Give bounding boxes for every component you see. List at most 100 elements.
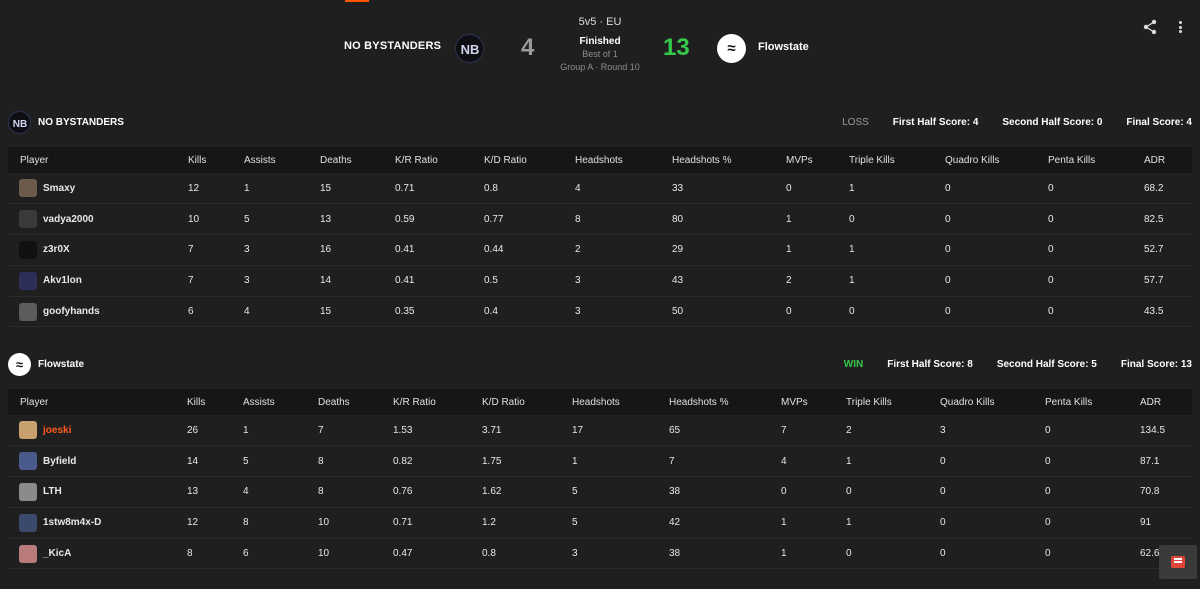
column-header[interactable]: Kills xyxy=(176,147,232,173)
left-team-name[interactable]: NO BYSTANDERS xyxy=(344,40,441,52)
chat-button[interactable] xyxy=(1159,545,1197,579)
stat-cell: 1 xyxy=(774,203,837,236)
stat-cell: 8 xyxy=(563,203,660,236)
avatar[interactable] xyxy=(19,421,37,440)
stat-cell: 1 xyxy=(834,445,928,478)
stat-cell: 0 xyxy=(837,296,933,328)
column-header[interactable]: Penta Kills xyxy=(1033,389,1128,415)
player-cell: joeski xyxy=(8,415,175,447)
team-name[interactable]: Flowstate xyxy=(38,359,84,370)
player-link[interactable]: 1stw8m4x-D xyxy=(19,513,175,532)
right-team-name[interactable]: Flowstate xyxy=(758,41,809,53)
avatar[interactable] xyxy=(19,482,37,501)
stat-cell: 65 xyxy=(657,415,769,447)
player-link[interactable]: joeski xyxy=(19,421,175,440)
player-link[interactable]: Byfield xyxy=(19,452,175,471)
column-header[interactable]: Quadro Kills xyxy=(933,147,1036,173)
stat-cell: 57.7 xyxy=(1132,265,1192,297)
stat-cell: 43.5 xyxy=(1132,296,1192,328)
column-header[interactable]: K/R Ratio xyxy=(383,147,472,173)
table-row: goofyhands 6 4 15 0.35 0.4 3 50 0 0 0 0 43.5 xyxy=(8,296,1192,328)
stat-cell: 12 xyxy=(175,507,231,539)
stat-cell: 0 xyxy=(1036,234,1132,266)
player-name[interactable]: Akv1lon xyxy=(43,275,82,286)
player-link[interactable]: vadya2000 xyxy=(19,210,176,229)
table-row: vadya2000 10 5 13 0.59 0.77 8 80 1 0 0 0 82.5 xyxy=(8,203,1192,236)
column-header[interactable]: Kills xyxy=(175,389,231,415)
stat-cell: 0 xyxy=(837,203,933,236)
player-name[interactable]: Byfield xyxy=(43,456,76,467)
player-name[interactable]: z3r0X xyxy=(43,244,70,255)
column-header[interactable]: Deaths xyxy=(308,147,383,173)
column-header[interactable]: Player xyxy=(8,389,175,415)
player-name[interactable]: Smaxy xyxy=(43,183,75,194)
player-link[interactable]: _KicA xyxy=(19,544,175,563)
column-header[interactable]: Triple Kills xyxy=(837,147,933,173)
column-header[interactable]: Deaths xyxy=(306,389,381,415)
stat-cell: 4 xyxy=(232,296,308,328)
stat-cell: 0.4 xyxy=(472,296,563,328)
team-logo-icon[interactable]: ≈ xyxy=(8,353,31,376)
player-link[interactable]: LTH xyxy=(19,482,175,501)
column-header[interactable]: Assists xyxy=(231,389,306,415)
column-header[interactable]: Quadro Kills xyxy=(928,389,1033,415)
column-header[interactable]: Player xyxy=(8,147,176,173)
stat-cell: 0 xyxy=(834,538,928,570)
player-name[interactable]: vadya2000 xyxy=(43,214,94,225)
column-header[interactable]: Assists xyxy=(232,147,308,173)
column-header[interactable]: Headshots xyxy=(560,389,657,415)
left-team-score: 4 xyxy=(521,34,535,61)
table-row: Akv1lon 7 3 14 0.41 0.5 3 43 2 1 0 0 57.7 xyxy=(8,265,1192,297)
avatar[interactable] xyxy=(19,210,37,229)
avatar[interactable] xyxy=(19,544,37,563)
avatar[interactable] xyxy=(19,271,37,290)
player-link[interactable]: Akv1lon xyxy=(19,271,176,290)
share-icon[interactable] xyxy=(1142,19,1158,35)
stat-cell: 3 xyxy=(560,538,657,570)
column-header[interactable]: ADR xyxy=(1128,389,1192,415)
player-link[interactable]: Smaxy xyxy=(19,179,176,198)
stat-cell: 1 xyxy=(232,173,308,205)
player-name[interactable]: LTH xyxy=(43,486,62,497)
player-name[interactable]: _KicA xyxy=(43,548,71,559)
stat-cell: 0.41 xyxy=(383,265,472,297)
column-header[interactable]: Triple Kills xyxy=(834,389,928,415)
avatar[interactable] xyxy=(19,179,37,198)
more-vertical-icon[interactable] xyxy=(1172,19,1188,35)
stat-cell: 38 xyxy=(657,476,769,508)
team-logo-icon[interactable]: NB xyxy=(8,111,31,134)
column-header[interactable]: Headshots % xyxy=(657,389,769,415)
column-header[interactable]: ADR xyxy=(1132,147,1192,173)
avatar[interactable] xyxy=(19,240,37,259)
column-header[interactable]: Headshots % xyxy=(660,147,774,173)
column-header[interactable]: MVPs xyxy=(769,389,834,415)
player-name[interactable]: goofyhands xyxy=(43,306,100,317)
avatar[interactable] xyxy=(19,513,37,532)
stat-cell: 1.2 xyxy=(470,507,560,539)
column-header[interactable]: K/D Ratio xyxy=(470,389,560,415)
column-header[interactable]: MVPs xyxy=(774,147,837,173)
stat-cell: 0 xyxy=(774,173,837,205)
player-link[interactable]: goofyhands xyxy=(19,302,176,321)
avatar[interactable] xyxy=(19,452,37,471)
table-row: Byfield 14 5 8 0.82 1.75 1 7 4 1 0 0 87.1 xyxy=(8,445,1192,478)
best-of: Best of 1 xyxy=(582,49,618,59)
player-link[interactable]: z3r0X xyxy=(19,240,176,259)
match-info: 5v5 · EU Finished Best of 1 Group A · Ro… xyxy=(545,16,655,72)
left-team-logo[interactable]: NB xyxy=(455,34,484,63)
player-name[interactable]: joeski xyxy=(43,425,71,436)
stat-cell: 3 xyxy=(232,265,308,297)
final-score: Final Score: 4 xyxy=(1126,117,1192,128)
team-name[interactable]: NO BYSTANDERS xyxy=(38,117,124,128)
column-header[interactable]: Penta Kills xyxy=(1036,147,1132,173)
stat-cell: 10 xyxy=(306,538,381,570)
avatar[interactable] xyxy=(19,302,37,321)
player-name[interactable]: 1stw8m4x-D xyxy=(43,517,101,528)
player-cell: LTH xyxy=(8,476,175,508)
column-header[interactable]: K/D Ratio xyxy=(472,147,563,173)
right-team-logo[interactable]: ≈ xyxy=(717,34,746,63)
stat-cell: 15 xyxy=(308,173,383,205)
column-header[interactable]: K/R Ratio xyxy=(381,389,470,415)
stat-cell: 13 xyxy=(308,203,383,236)
column-header[interactable]: Headshots xyxy=(563,147,660,173)
